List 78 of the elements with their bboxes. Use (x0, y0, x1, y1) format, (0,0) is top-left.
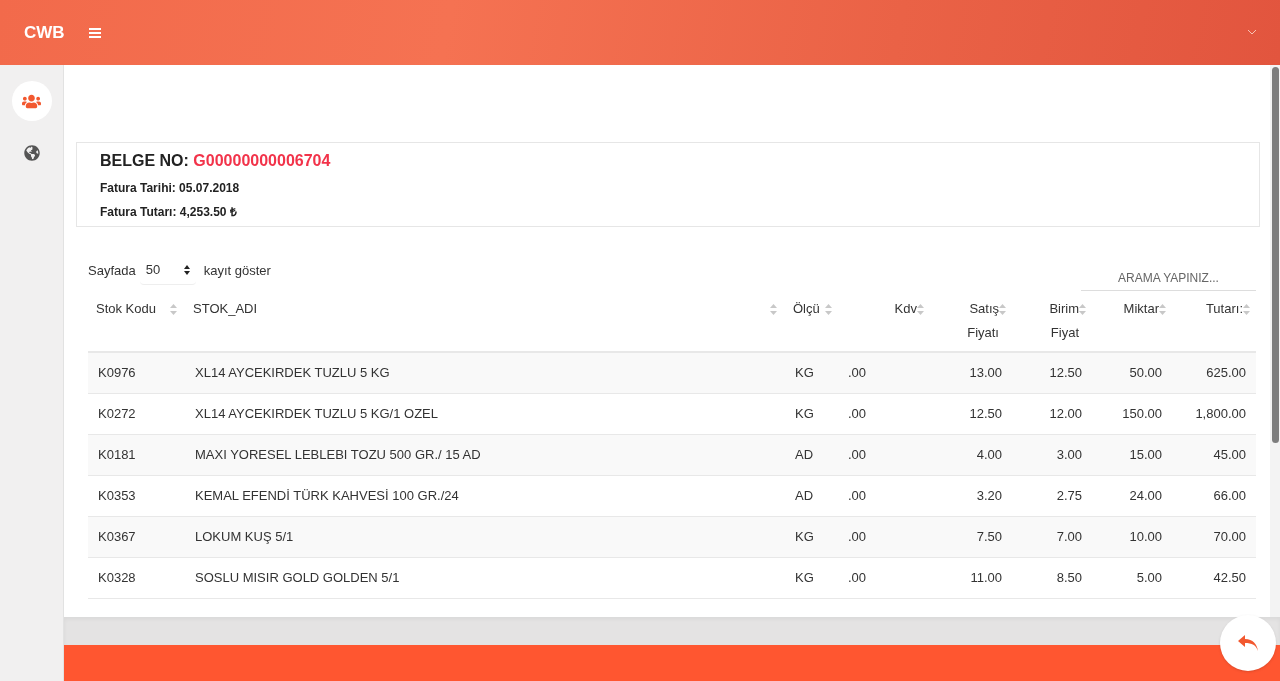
table-cell-text: 45.00 (1212, 446, 1247, 465)
sort-icon (999, 304, 1006, 315)
column-header[interactable]: STOK_ADI (185, 295, 785, 351)
column-header[interactable]: Kdv (840, 295, 930, 351)
table-cell-text: 625.00 (1205, 364, 1247, 383)
table-cell-text: K0272 (97, 405, 137, 424)
column-header[interactable]: Miktar (1092, 295, 1172, 351)
table-cell-text: 50.00 (1128, 364, 1163, 383)
table-cell-text: AD (794, 446, 815, 465)
page-size-suffix: kayıt göster (203, 262, 271, 280)
table-cell-text: 11.00 (969, 569, 1003, 588)
globe-icon (23, 145, 40, 161)
menu-icon[interactable] (88, 27, 101, 38)
page-size-label: Sayfada (88, 262, 136, 280)
sort-icon (1159, 304, 1166, 315)
table-cell-text: .00 (847, 405, 868, 424)
table-cell-text: 5.00 (1135, 569, 1163, 588)
sort-icon (170, 304, 177, 315)
table-cell-text: 4.00 (975, 446, 1003, 465)
table-cell-text: 66.00 (1212, 487, 1247, 506)
table-cell-text: 2.75 (1055, 487, 1083, 506)
table-cell-text: 13.00 (968, 364, 1003, 383)
table-cell-text: 10.00 (1128, 528, 1163, 547)
table-cell-text: SOSLU MISIR GOLD GOLDEN 5/1 (194, 569, 401, 588)
table-cell-text: MAXI YORESEL LEBLEBI TOZU 500 GR./ 15 AD (194, 446, 482, 465)
table-cell-text: AD (794, 487, 815, 506)
table-cell-text: 3.00 (1055, 446, 1083, 465)
chevron-down-icon[interactable] (1248, 30, 1256, 35)
table-cell-text: .00 (847, 528, 868, 547)
column-header[interactable]: Ölçü (785, 295, 840, 351)
table-cell-text: 42.50 (1212, 569, 1247, 588)
table-cell-text: 70.00 (1212, 528, 1247, 547)
table-cell-text: 1,800.00 (1194, 405, 1247, 424)
table-cell-text: KG (794, 364, 815, 383)
table-cell-text: 12.50 (968, 405, 1003, 424)
column-header[interactable]: Stok Kodu (88, 295, 185, 351)
table-cell-text: KG (794, 405, 815, 424)
sidebar-item[interactable] (11, 81, 52, 121)
table-cell-text: 8.50 (1055, 569, 1083, 588)
table-cell-text: K0976 (97, 364, 137, 383)
table-cell-text: .00 (847, 487, 868, 506)
sort-icon (825, 304, 832, 315)
table-cell-text: 7.50 (975, 528, 1003, 547)
sort-icon (770, 304, 777, 315)
table-cell-text: 24.00 (1128, 487, 1163, 506)
table-cell-text: XL14 AYCEKIRDEK TUZLU 5 KG/1 OZEL (194, 405, 439, 424)
document-detail: Fatura Tarihi: 05.07.2018 (100, 180, 241, 197)
back-button[interactable] (1220, 615, 1276, 671)
table-cell-text: 12.50 (1048, 364, 1083, 383)
table-cell-text: K0328 (97, 569, 137, 588)
column-header[interactable]: Birim Fiyat (1012, 295, 1092, 351)
sort-icon (1243, 304, 1250, 315)
table-cell-text: XL14 AYCEKIRDEK TUZLU 5 KG (194, 364, 391, 383)
document-number: BELGE NO: G00000000006704 (100, 151, 332, 171)
table-cell-text: K0181 (97, 446, 137, 465)
sort-icon (917, 304, 924, 315)
table-cell-text: K0353 (97, 487, 137, 506)
page-size-select[interactable]: 50 (139, 255, 196, 285)
document-detail: Fatura Tutarı: 4,253.50 ₺ (100, 204, 238, 221)
table-cell-text: KG (794, 528, 815, 547)
table-cell-text: LOKUM KUŞ 5/1 (194, 528, 295, 547)
table-cell-text: 12.00 (1048, 405, 1083, 424)
search-field[interactable]: ARAMA YAPINIZ... (1081, 265, 1256, 291)
column-header[interactable]: Satış Fiyatı (930, 295, 1012, 351)
sort-icon (1079, 304, 1086, 315)
table-cell-text: 15.00 (1128, 446, 1163, 465)
select-arrows-icon (183, 264, 190, 275)
table-cell-text: KEMAL EFENDİ TÜRK KAHVESİ 100 GR./24 (194, 487, 460, 506)
table-cell-text: 150.00 (1121, 405, 1163, 424)
table-cell-text: .00 (847, 364, 868, 383)
table-cell-text: K0367 (97, 528, 137, 547)
column-header[interactable]: Tutarı: (1172, 295, 1256, 351)
table-cell-text: .00 (847, 569, 868, 588)
table-cell-text: 3.20 (975, 487, 1003, 506)
table-cell-text: 7.00 (1055, 528, 1083, 547)
table-cell-text: KG (794, 569, 815, 588)
table-cell-text: .00 (847, 446, 868, 465)
reply-arrow-icon (1237, 634, 1259, 652)
